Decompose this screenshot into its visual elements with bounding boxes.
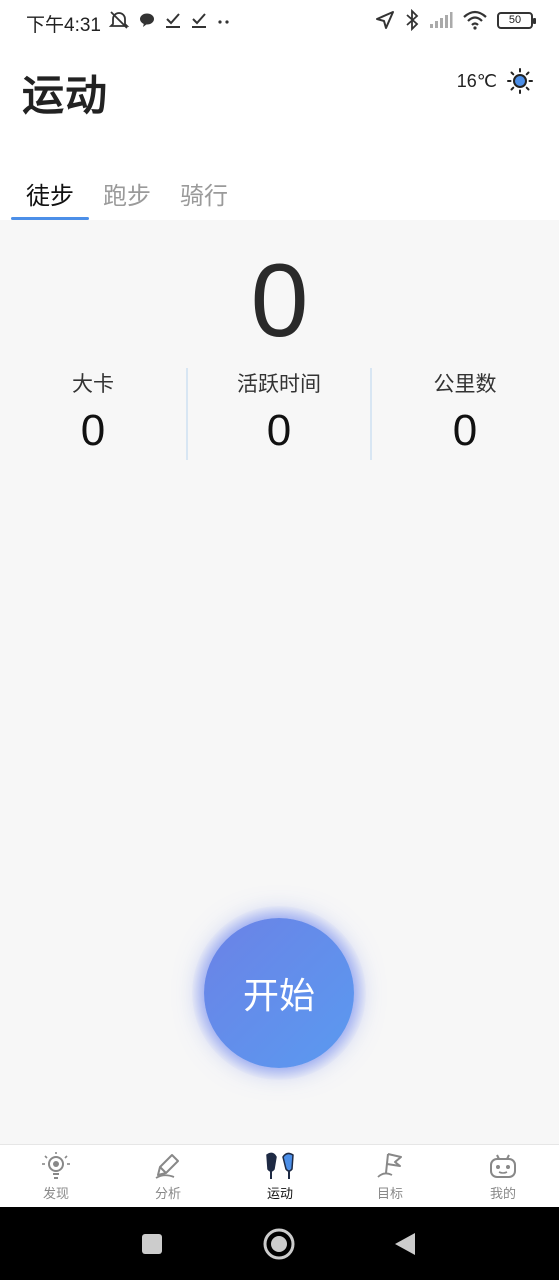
flag-icon <box>377 1153 402 1178</box>
header: 运动 16℃ 徒步 跑步 骑行 <box>0 42 559 220</box>
bulb-icon <box>42 1152 70 1179</box>
home-button[interactable] <box>244 1207 314 1280</box>
stat-calories: 大卡 0 <box>0 368 186 456</box>
stat-label: 大卡 <box>72 372 114 396</box>
tab-hiking[interactable]: 徒步 <box>26 172 74 220</box>
pen-icon <box>155 1154 179 1179</box>
back-triangle-icon <box>395 1232 415 1255</box>
square-icon <box>142 1233 162 1254</box>
weather[interactable]: 16℃ <box>457 68 533 94</box>
battery-icon: 50 <box>497 11 536 29</box>
tab-running[interactable]: 跑步 <box>103 172 151 220</box>
stat-value: 0 <box>266 406 292 455</box>
bottom-nav: 发现 分析 运动 目标 我的 <box>0 1144 559 1207</box>
page-title: 运动 <box>22 71 109 120</box>
stats-row: 大卡 0 活跃时间 0 公里数 0 <box>0 368 559 464</box>
stat-value: 0 <box>452 406 478 455</box>
more-dots-icon <box>218 20 229 24</box>
wifi-icon <box>463 10 487 30</box>
signal-icon <box>430 12 453 28</box>
stat-value: 0 <box>80 406 106 455</box>
mute-bell-icon <box>108 11 130 29</box>
sport-shoes-icon <box>266 1152 294 1179</box>
nav-label: 分析 <box>154 1187 181 1202</box>
notification-icons <box>108 10 232 30</box>
tab-cycling[interactable]: 骑行 <box>180 172 228 220</box>
stat-label: 公里数 <box>433 372 497 396</box>
check-icon <box>192 13 206 28</box>
stat-label: 活跃时间 <box>237 372 321 396</box>
weather-temperature: 16℃ <box>456 70 497 91</box>
system-status-icons: 50 <box>375 9 536 31</box>
robot-face-icon <box>490 1154 516 1178</box>
sun-icon <box>507 68 533 94</box>
nav-label: 目标 <box>376 1187 403 1202</box>
start-button[interactable]: 开始 <box>204 918 354 1068</box>
main-content: 0 大卡 0 活跃时间 0 公里数 0 开始 <box>0 220 559 1144</box>
nav-label: 运动 <box>266 1187 293 1202</box>
status-bar: 下午4:31 50 <box>0 0 559 42</box>
back-button[interactable] <box>370 1207 440 1280</box>
home-circle-icon <box>263 1228 295 1259</box>
nav-label: 发现 <box>42 1187 69 1202</box>
nav-analysis[interactable]: 分析 <box>118 1151 218 1202</box>
stat-kilometers: 公里数 0 <box>372 368 558 456</box>
chat-icon <box>140 13 154 27</box>
status-time: 下午4:31 <box>26 15 101 36</box>
system-nav-bar <box>0 1207 559 1280</box>
sport-tabs: 徒步 跑步 骑行 <box>0 172 559 220</box>
nav-mine[interactable]: 我的 <box>453 1151 553 1202</box>
location-icon <box>376 11 394 29</box>
nav-sport[interactable]: 运动 <box>230 1151 330 1202</box>
stat-active-time: 活跃时间 0 <box>186 368 372 456</box>
recent-apps-button[interactable] <box>117 1207 187 1280</box>
bluetooth-icon <box>406 9 419 31</box>
check-icon <box>166 13 180 28</box>
nav-discover[interactable]: 发现 <box>6 1151 106 1202</box>
nav-label: 我的 <box>489 1187 516 1202</box>
step-count: 0 <box>250 243 309 359</box>
nav-goal[interactable]: 目标 <box>340 1151 440 1202</box>
